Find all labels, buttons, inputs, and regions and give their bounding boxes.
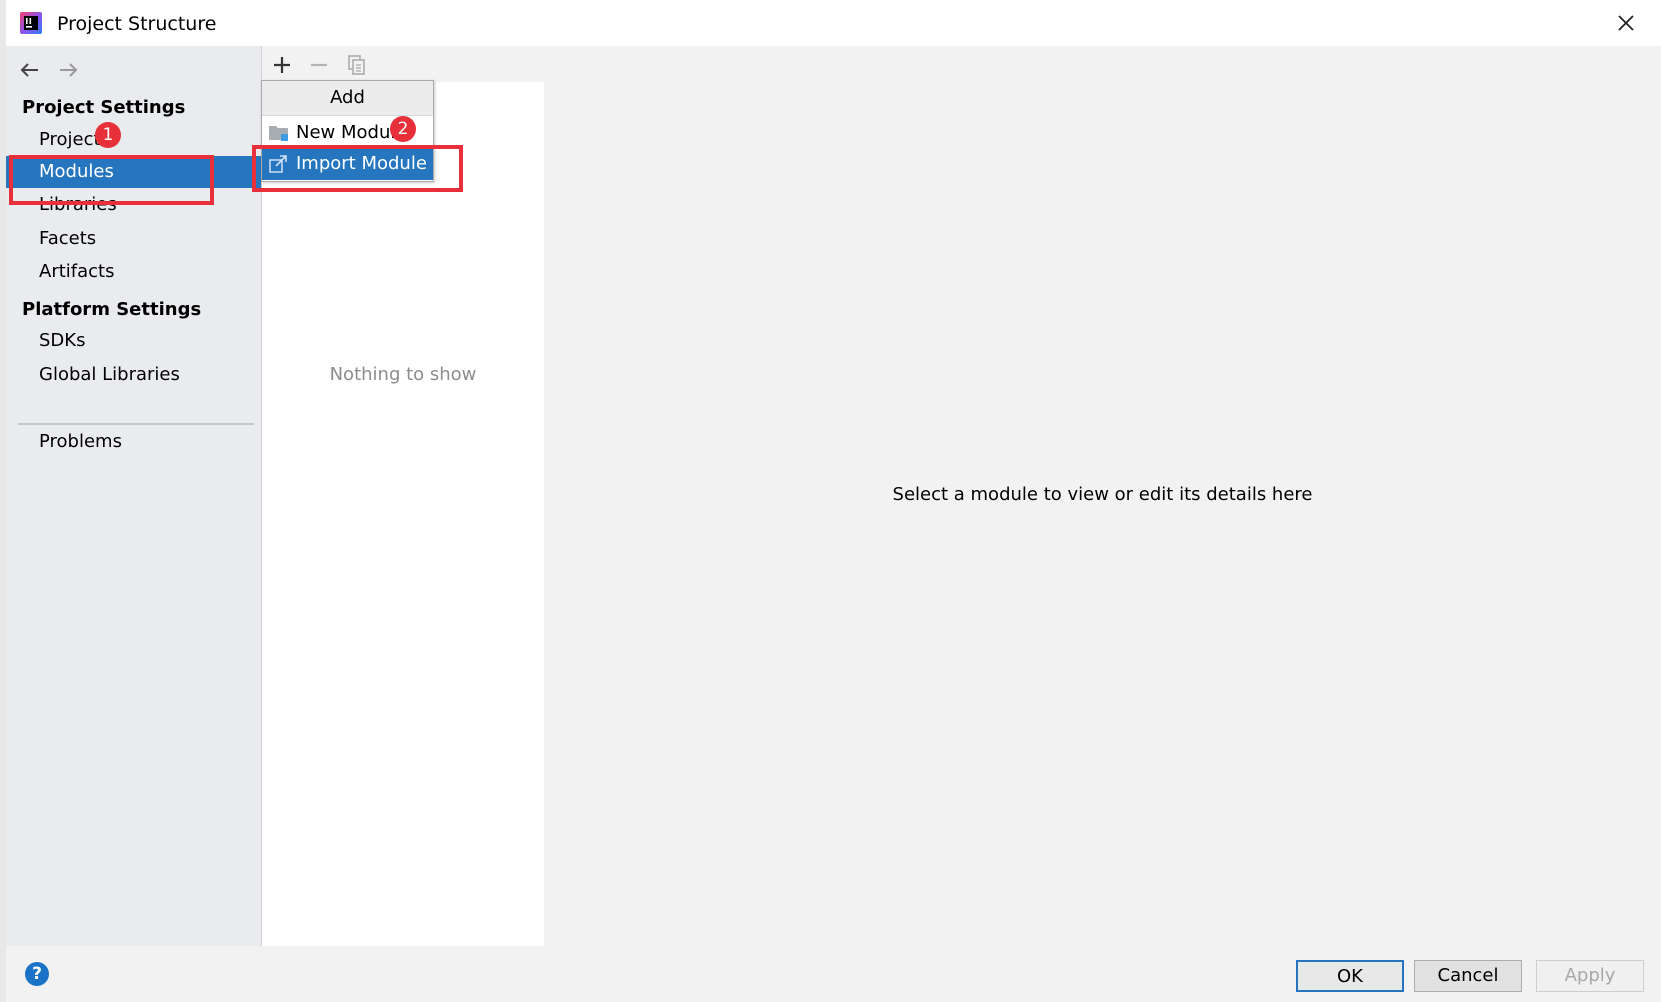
nav-item-label: Problems [39,431,122,452]
annotation-badge-1: 1 [95,122,121,148]
nav-item-global-libraries[interactable]: Global Libraries [6,359,261,391]
popup-header: Add [262,81,433,116]
project-settings-heading: Project Settings [22,97,186,118]
nav-item-label: Facets [39,228,97,249]
close-icon[interactable] [1615,12,1637,34]
nav-item-problems[interactable]: Problems [6,426,261,458]
arrow-right-icon[interactable] [54,56,82,84]
nav-item-label: Global Libraries [39,364,180,385]
nav-divider [18,423,254,425]
modules-toolbar [262,46,544,82]
copy-icon[interactable] [344,52,370,78]
module-details-panel: Select a module to view or edit its deta… [544,46,1661,946]
annotation-badge-2: 2 [390,116,416,142]
help-icon[interactable]: ? [25,962,49,986]
plus-icon[interactable] [269,52,295,78]
nav-item-sdks[interactable]: SDKs [6,325,261,357]
cancel-button[interactable]: Cancel [1414,960,1522,992]
intellij-icon [20,12,42,34]
folder-module-icon [269,126,288,141]
nav-item-artifacts[interactable]: Artifacts [6,256,261,288]
title-bar: Project Structure [6,0,1661,46]
ok-button[interactable]: OK [1296,960,1404,992]
project-structure-dialog: Project Structure Project Settings Proje… [0,0,1661,1002]
dialog-button-bar: ? OK Cancel Apply [6,946,1661,1002]
nav-item-label: Project [39,129,101,150]
window-title: Project Structure [57,13,217,35]
details-placeholder-text: Select a module to view or edit its deta… [892,484,1313,505]
arrow-left-icon[interactable] [16,56,44,84]
platform-settings-heading: Platform Settings [22,299,202,320]
minus-icon[interactable] [306,52,332,78]
nav-item-label: Artifacts [39,261,115,282]
apply-button[interactable]: Apply [1536,960,1644,992]
nav-item-facets[interactable]: Facets [6,223,261,255]
empty-list-text: Nothing to show [329,364,477,385]
nav-item-label: SDKs [39,330,86,351]
nav-item-project[interactable]: Project [6,124,261,156]
annotation-box-import-module [252,145,463,192]
annotation-box-modules [9,155,214,205]
